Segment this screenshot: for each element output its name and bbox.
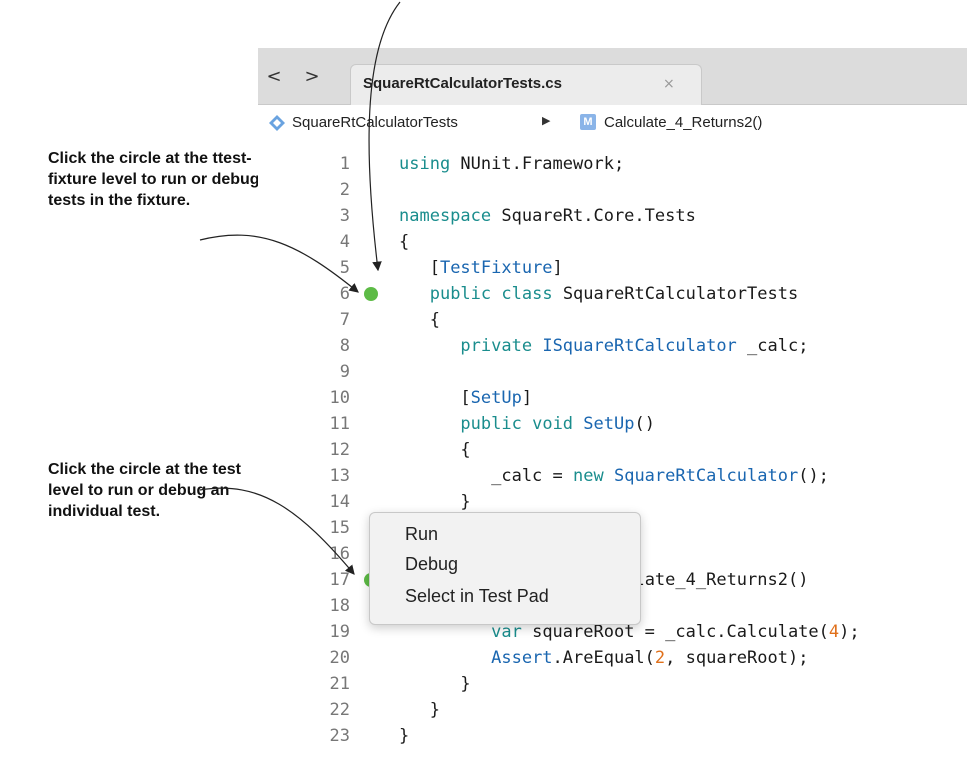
line-code: using NUnit.Framework; bbox=[399, 154, 625, 174]
menu-item-select-in-test-pad[interactable]: Select in Test Pad bbox=[405, 583, 549, 609]
line-code: public void SetUp() bbox=[460, 414, 655, 434]
code-line[interactable]: 4{ bbox=[258, 229, 967, 255]
code-line[interactable]: 22 } bbox=[258, 697, 967, 723]
code-editor[interactable]: 1 using NUnit.Framework; 2 3 namespace Squar… bbox=[258, 143, 967, 758]
code-line[interactable]: 3 namespace SquareRt.Core.Tests bbox=[258, 203, 967, 229]
line-number: 5 bbox=[339, 258, 350, 278]
line-number: 11 bbox=[329, 414, 350, 434]
line-number: 8 bbox=[339, 336, 350, 356]
line-number: 10 bbox=[329, 388, 350, 408]
test-context-menu: Run Debug Select in Test Pad bbox=[369, 512, 641, 625]
line-number: 23 bbox=[329, 726, 350, 746]
line-number: 17 bbox=[329, 570, 350, 590]
menu-item-run[interactable]: Run bbox=[405, 521, 438, 547]
callout-fixture-level: Click the circle at the ttest-fixture le… bbox=[48, 150, 282, 209]
line-code: { bbox=[399, 232, 410, 252]
line-code: private ISquareRtCalculator _calc; bbox=[460, 336, 809, 356]
callout-test-level: Click the circle at the test level to ru… bbox=[48, 461, 241, 520]
code-line[interactable]: 20 Assert.AreEqual(2, squareRoot); bbox=[258, 645, 967, 671]
line-code: } bbox=[399, 700, 440, 720]
breadcrumb-class[interactable]: SquareRtCalculatorTests bbox=[292, 114, 458, 131]
line-number: 9 bbox=[339, 362, 350, 382]
line-code: } bbox=[399, 726, 410, 746]
line-code: [SetUp] bbox=[399, 388, 533, 408]
back-button[interactable]: < bbox=[264, 66, 284, 87]
code-line[interactable]: 7 { bbox=[258, 307, 967, 333]
line-number: 7 bbox=[339, 310, 350, 330]
line-number: 14 bbox=[329, 492, 350, 512]
breadcrumb-method[interactable]: Calculate_4_Returns2() bbox=[604, 114, 762, 131]
line-number: 3 bbox=[339, 206, 350, 226]
line-code: public class SquareRtCalculatorTests bbox=[429, 284, 799, 304]
line-number: 2 bbox=[339, 180, 350, 200]
line-code: { bbox=[399, 440, 471, 460]
code-line[interactable]: 2 bbox=[258, 177, 967, 203]
line-code: { bbox=[399, 310, 440, 330]
breadcrumb: SquareRtCalculatorTests ▶ M Calculate_4_… bbox=[258, 105, 967, 141]
line-code: namespace SquareRt.Core.Tests bbox=[399, 206, 696, 226]
code-line[interactable]: 10 [SetUp] bbox=[258, 385, 967, 411]
line-number: 15 bbox=[329, 518, 350, 538]
tab-square-rt-calculator-tests[interactable]: SquareRtCalculatorTests.cs × bbox=[350, 64, 702, 105]
line-number: 6 bbox=[339, 284, 350, 304]
code-line[interactable]: 21 } bbox=[258, 671, 967, 697]
code-line[interactable]: 23} bbox=[258, 723, 967, 749]
close-icon[interactable]: × bbox=[663, 76, 675, 92]
code-line[interactable]: 1 using NUnit.Framework; bbox=[258, 151, 967, 177]
code-line[interactable]: 6 public class SquareRtCalculatorTests bbox=[258, 281, 967, 307]
line-number: 13 bbox=[329, 466, 350, 486]
line-number: 4 bbox=[339, 232, 350, 252]
line-number: 19 bbox=[329, 622, 350, 642]
code-line[interactable]: 9 bbox=[258, 359, 967, 385]
line-number: 1 bbox=[339, 154, 350, 174]
line-number: 22 bbox=[329, 700, 350, 720]
line-number: 20 bbox=[329, 648, 350, 668]
line-number: 18 bbox=[329, 596, 350, 616]
code-line[interactable]: 8 private ISquareRtCalculator _calc; bbox=[258, 333, 967, 359]
code-line[interactable]: 11 public void SetUp() bbox=[258, 411, 967, 437]
line-code: Assert.AreEqual(2, squareRoot); bbox=[491, 648, 809, 668]
tab-title: SquareRtCalculatorTests.cs bbox=[363, 75, 562, 92]
line-number: 21 bbox=[329, 674, 350, 694]
forward-button[interactable]: > bbox=[302, 66, 322, 87]
breadcrumb-separator: ▶ bbox=[542, 114, 551, 127]
ide-window: < > SquareRtCalculatorTests.cs × SquareR… bbox=[258, 48, 967, 758]
line-code: } bbox=[399, 674, 471, 694]
method-icon: M bbox=[580, 114, 596, 130]
line-number: 16 bbox=[329, 544, 350, 564]
fixture-run-status-icon[interactable] bbox=[364, 287, 378, 301]
line-number: 12 bbox=[329, 440, 350, 460]
line-code: [TestFixture] bbox=[399, 258, 563, 278]
tab-bar: < > SquareRtCalculatorTests.cs × bbox=[258, 48, 967, 105]
line-code: _calc = new SquareRtCalculator(); bbox=[399, 466, 829, 486]
class-diamond-icon bbox=[269, 115, 285, 131]
code-line[interactable]: 5 [TestFixture] bbox=[258, 255, 967, 281]
code-line[interactable]: 12 { bbox=[258, 437, 967, 463]
code-line[interactable]: 13 _calc = new SquareRtCalculator(); bbox=[258, 463, 967, 489]
menu-item-debug[interactable]: Debug bbox=[405, 551, 458, 577]
